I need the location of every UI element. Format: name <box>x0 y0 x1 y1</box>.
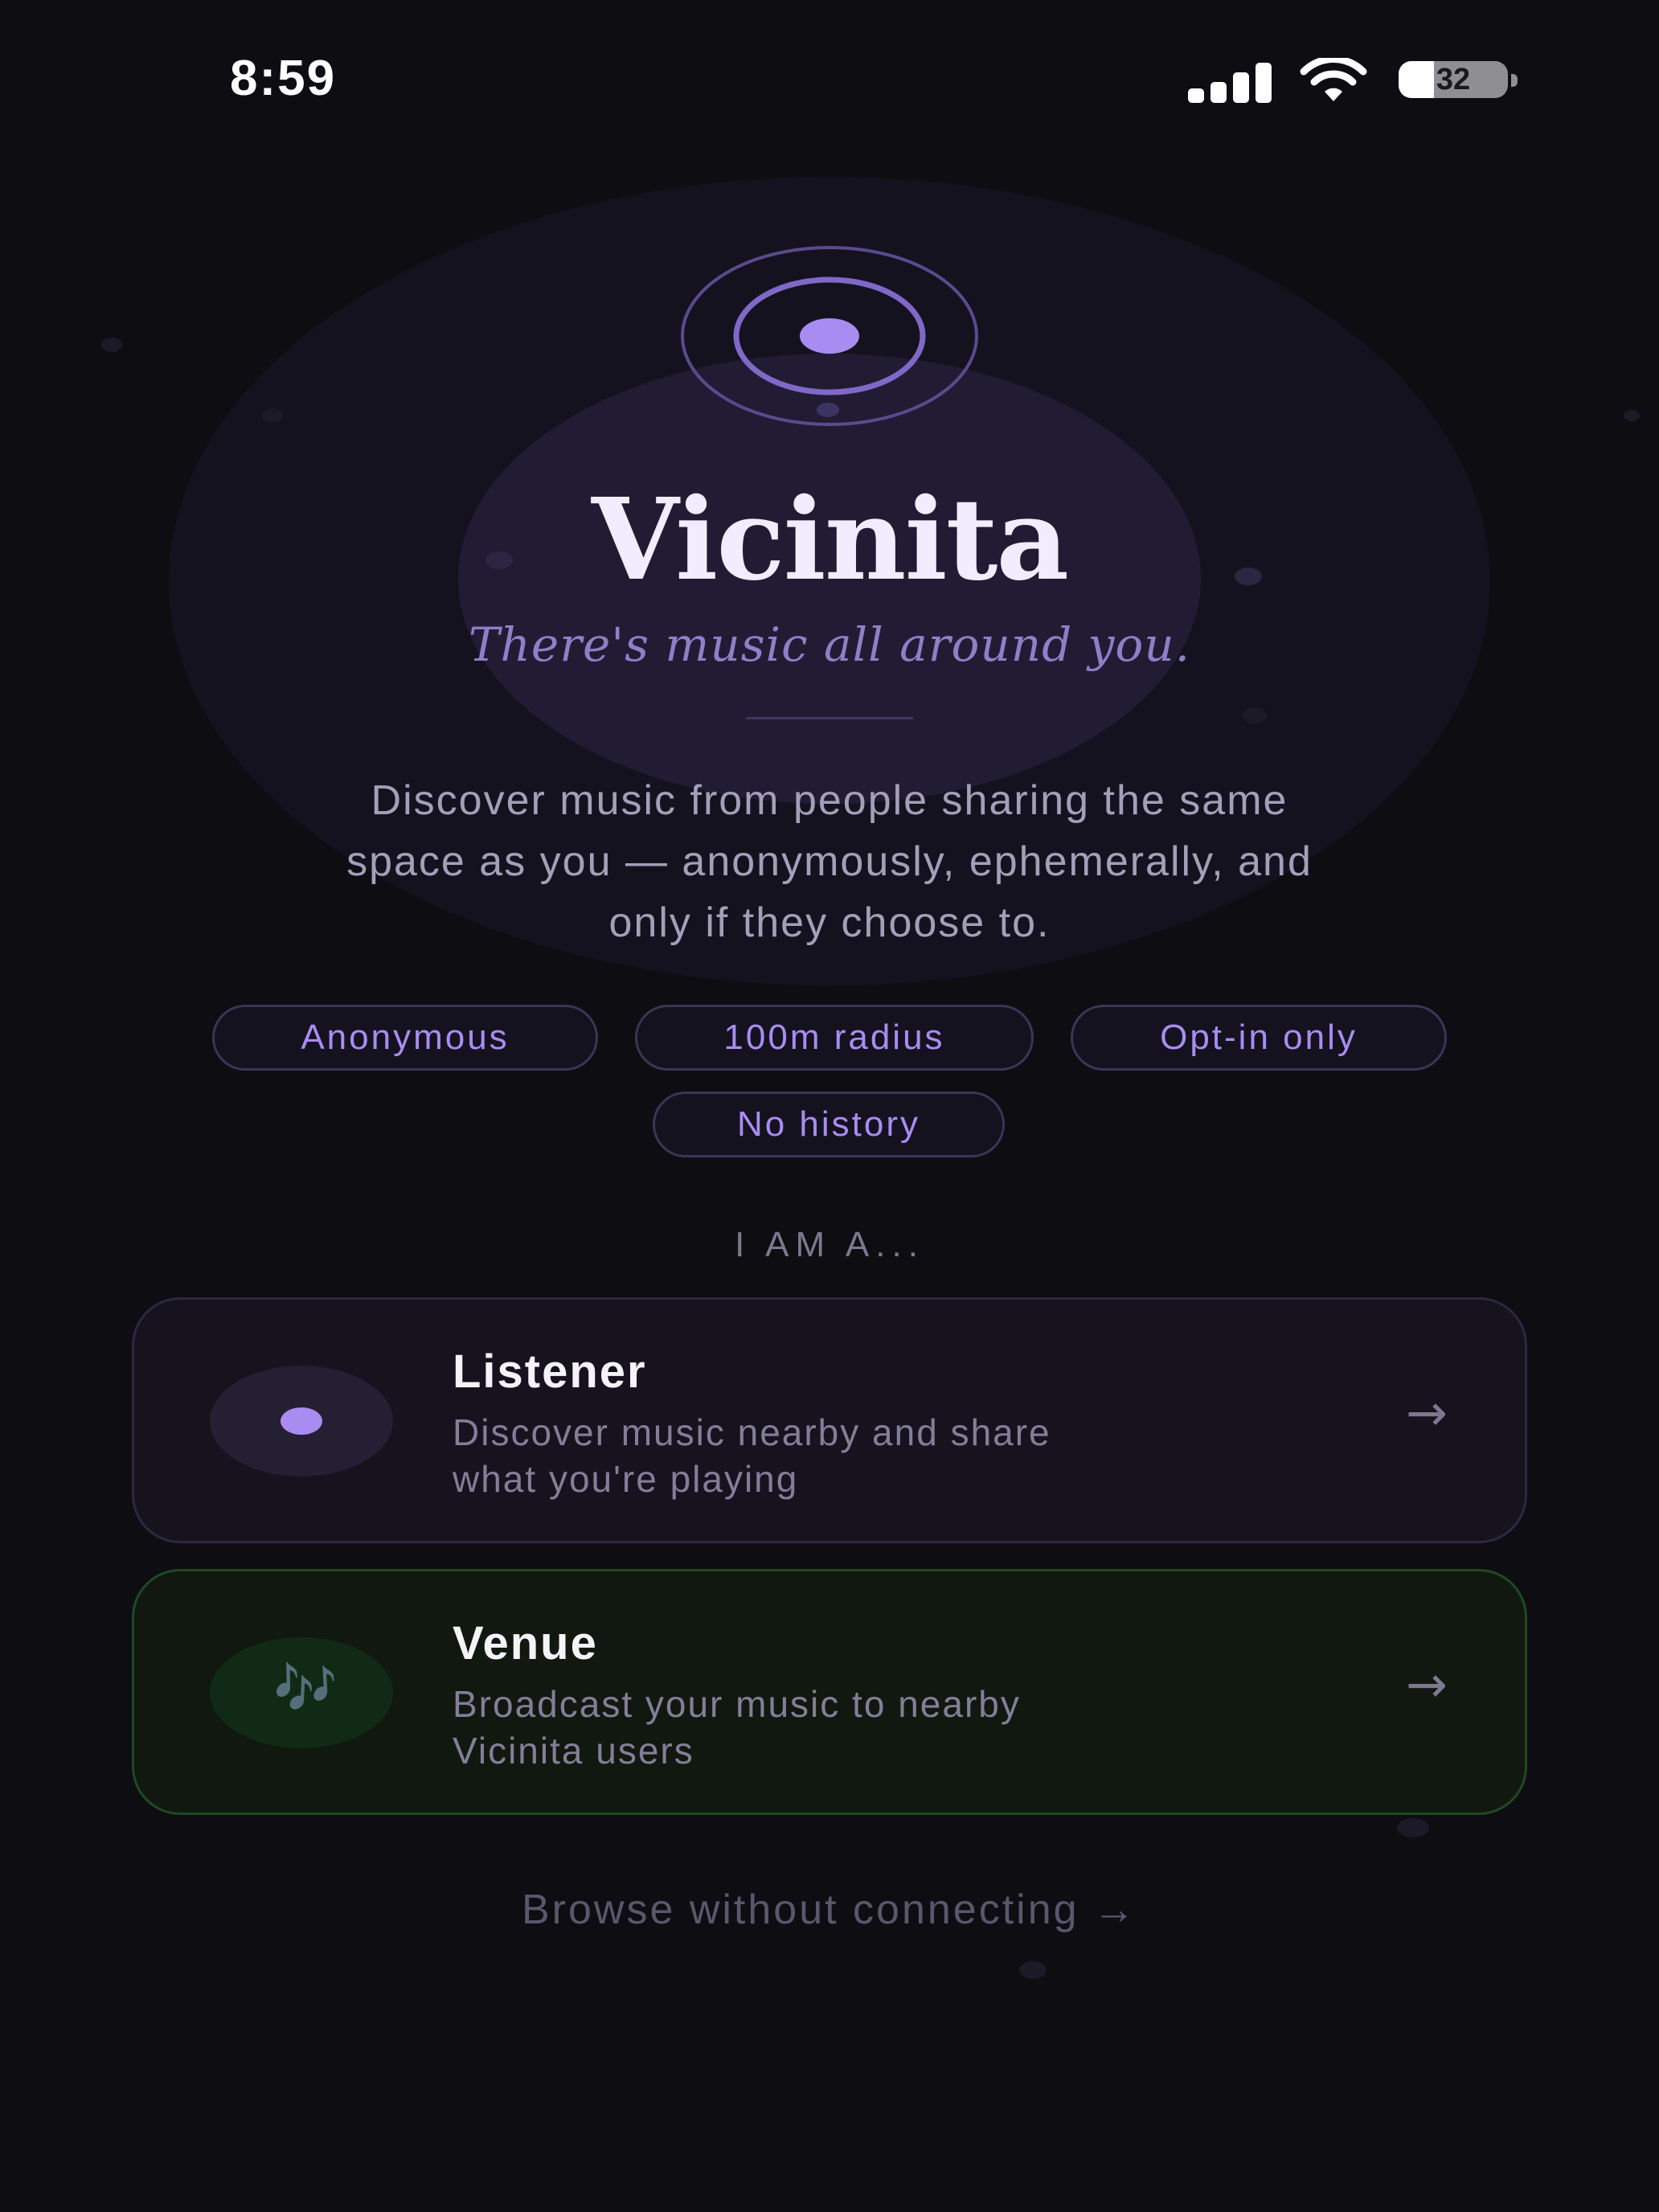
background-particle <box>1397 1818 1429 1837</box>
background-particle <box>1019 1961 1047 1979</box>
app-tagline: There's music all around you. <box>468 617 1191 672</box>
app-title: Vicinita <box>591 474 1069 606</box>
listener-role-card[interactable]: Listener Discover music nearby and share… <box>132 1297 1527 1543</box>
battery-icon: 32 <box>1399 61 1508 98</box>
listener-title: Listener <box>453 1346 647 1398</box>
venue-role-card[interactable]: 🎶 Venue Broadcast your music to nearby V… <box>132 1569 1527 1815</box>
venue-description-line: Broadcast your music to nearby <box>453 1683 1021 1725</box>
description-line: space as you — anonymously, ephemerally,… <box>346 838 1313 885</box>
feature-pill-opt-in: Opt-in only <box>1071 1005 1447 1071</box>
description-line: only if they choose to. <box>608 899 1051 946</box>
listener-description: Discover music nearby and share what you… <box>453 1409 1337 1502</box>
feature-pill-radius: 100m radius <box>635 1005 1034 1071</box>
role-section-label: I AM A... <box>735 1225 924 1264</box>
venue-icon: 🎶 <box>210 1637 393 1748</box>
cellular-signal-icon <box>1188 58 1272 103</box>
vicinita-logo-icon <box>681 246 978 426</box>
venue-title: Venue <box>453 1617 598 1669</box>
listener-dot-icon <box>281 1407 322 1435</box>
listener-icon <box>210 1366 393 1477</box>
title-divider <box>746 717 913 719</box>
feature-pill-anonymous: Anonymous <box>212 1005 598 1071</box>
background-particle <box>101 338 122 352</box>
background-particle <box>1624 410 1640 421</box>
status-time: 8:59 <box>230 51 337 106</box>
app-description: Discover music from people sharing the s… <box>129 770 1530 953</box>
description-line: Discover music from people sharing the s… <box>371 777 1288 824</box>
background-particle <box>1243 707 1267 723</box>
wifi-icon <box>1300 58 1367 101</box>
battery-cap <box>1511 74 1518 87</box>
battery-level: 32 <box>1436 63 1471 96</box>
listener-description-line: Discover music nearby and share <box>453 1411 1051 1453</box>
feature-pill-no-history: No history <box>653 1092 1005 1157</box>
background-particle <box>262 408 283 423</box>
status-icons: 32 <box>1188 58 1526 106</box>
arrow-right-icon: → <box>1406 1655 1448 1714</box>
venue-description: Broadcast your music to nearby Vicinita … <box>453 1681 1337 1774</box>
music-notes-icon: 🎶 <box>273 1659 338 1718</box>
venue-description-line: Vicinita users <box>453 1730 694 1772</box>
arrow-right-icon: → <box>1406 1383 1448 1442</box>
listener-description-line: what you're playing <box>453 1458 799 1500</box>
browse-without-connecting-link[interactable]: Browse without connecting → <box>0 1886 1659 1934</box>
